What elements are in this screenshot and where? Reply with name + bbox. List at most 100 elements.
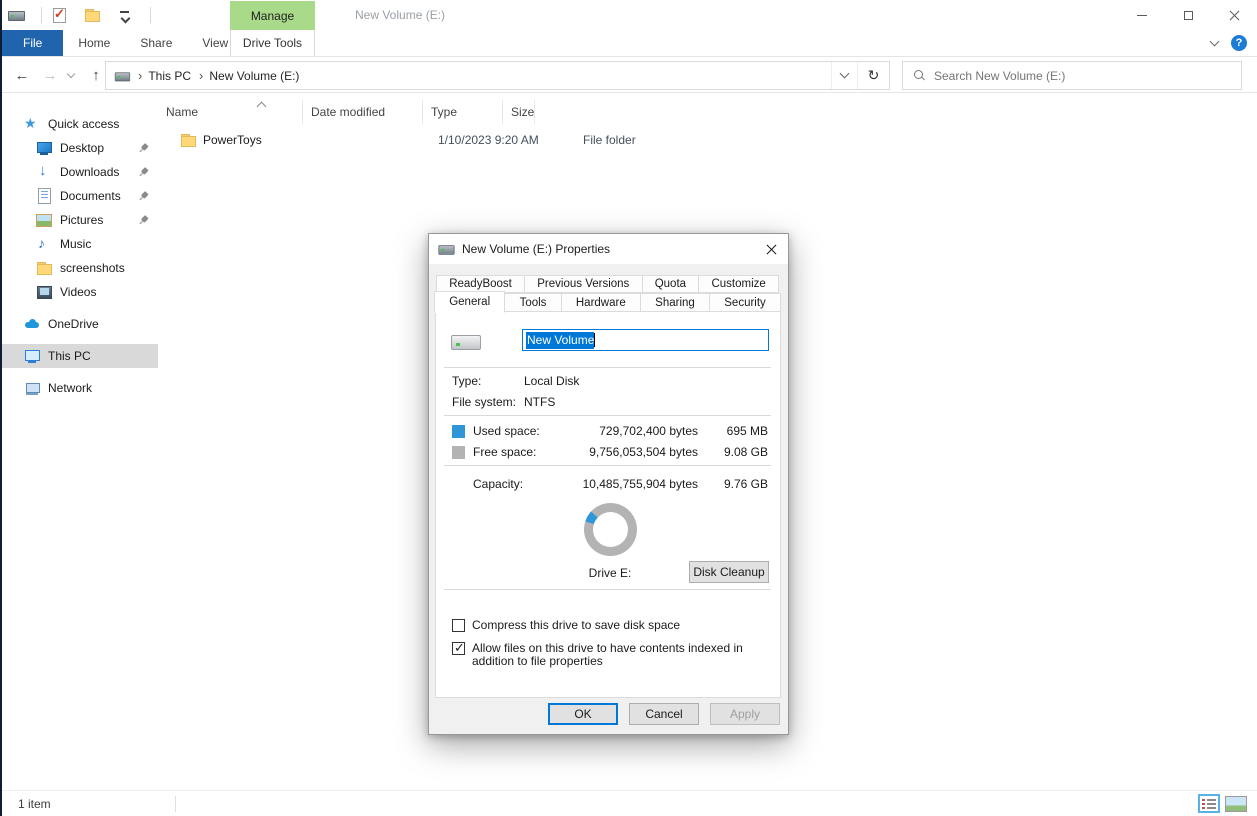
large-icons-view-button[interactable] [1225,796,1247,812]
close-button[interactable] [1211,0,1257,30]
window-controls [1119,0,1257,30]
divider [444,415,771,416]
item-count: 1 item [18,797,51,811]
drive-icon [8,7,24,23]
quick-access-toolbar [8,4,151,26]
properties-icon[interactable] [51,7,67,23]
navigation-row: ← → ↑ › This PC › New Volume (E:) ↻ Sear… [0,57,1257,93]
sidebar-item[interactable]: Network [0,376,158,400]
refresh-button[interactable]: ↻ [857,62,889,89]
column-header[interactable]: Type [423,100,503,124]
customize-qat-icon[interactable] [117,7,133,23]
sidebar-item-icon [24,380,40,396]
ribbon-collapse-icon[interactable] [1210,36,1220,46]
sidebar-item[interactable]: Pictures [0,208,158,232]
address-bar[interactable]: › This PC › New Volume (E:) ↻ [105,61,890,90]
ribbon-tab[interactable]: File [2,30,63,56]
properties-dialog: New Volume (E:) Properties ReadyBoostPre… [428,233,789,735]
checkbox[interactable] [452,642,465,655]
maximize-icon [1184,11,1193,20]
breadcrumb-item[interactable]: New Volume (E:) [209,69,299,83]
sidebar-item-label: OneDrive [48,317,99,331]
dialog-titlebar: New Volume (E:) Properties [429,234,788,264]
checkbox[interactable] [452,619,465,632]
qat-separator [150,7,151,23]
column-header-label: Type [431,105,457,119]
dialog-tab[interactable]: Previous Versions [524,275,642,293]
dialog-tab[interactable]: General [434,291,505,313]
space-bytes: 9,756,053,504 bytes [558,445,698,459]
address-dropdown-button[interactable] [831,62,857,89]
checkbox-row[interactable]: Compress this drive to save disk space [452,619,770,632]
sidebar-item-label: Videos [60,285,96,299]
drive-icon [115,68,129,82]
dialog-tab[interactable]: Customize [698,275,779,293]
maximize-button[interactable] [1165,0,1211,30]
sidebar-item[interactable]: screenshots [0,256,158,280]
ribbon-tab[interactable]: Home [63,30,125,56]
ribbon-tabs: File Home Share View [2,30,243,56]
drive-letter-label: Drive E: [565,566,655,580]
drive-icon [451,332,481,352]
dialog-tab[interactable]: Sharing [640,293,710,312]
checkbox-row[interactable]: Allow files on this drive to have conten… [452,642,770,668]
sidebar-item-icon [36,236,52,252]
window-title: New Volume (E:) [355,0,445,30]
sidebar-item-icon [24,116,40,132]
folder-icon [180,132,196,148]
space-label: Used space: [473,424,558,438]
recent-locations-button[interactable] [63,57,79,93]
sidebar-item-icon [36,188,52,204]
column-header[interactable]: Size [503,100,535,124]
disk-cleanup-button[interactable]: Disk Cleanup [689,561,769,583]
column-header[interactable]: Date modified [303,100,423,124]
back-button[interactable]: ← [10,57,34,93]
new-folder-icon[interactable] [84,7,100,23]
search-input[interactable]: Search New Volume (E:) [902,61,1242,90]
dialog-tab[interactable]: Hardware [561,293,641,312]
file-date-modified: 1/10/2023 9:20 AM [430,133,575,147]
sidebar-item[interactable]: Desktop [0,136,158,160]
sidebar-item[interactable]: Documents [0,184,158,208]
help-icon[interactable]: ? [1231,35,1247,51]
general-tab-page: New Volume Type: Local Disk File system:… [435,311,781,698]
breadcrumb: › This PC › New Volume (E:) [106,62,831,89]
space-size: 9.08 GB [698,445,768,459]
chevron-down-icon [840,69,850,79]
column-header-label: Date modified [311,105,385,119]
dialog-tab[interactable]: Quota [642,275,700,293]
sidebar-item[interactable]: This PC [0,344,158,368]
ribbon-tab[interactable]: Share [125,30,187,56]
details-view-button[interactable] [1198,794,1220,813]
ribbon-contextual-group-manage[interactable]: Manage [230,1,315,30]
sidebar-item-label: Desktop [60,141,104,155]
qat-separator [41,7,42,23]
dialog-button[interactable]: Apply [710,703,780,725]
ribbon-tab-drive-tools[interactable]: Drive Tools [230,30,315,56]
sidebar-item-icon [36,284,52,300]
space-label: Free space: [473,445,558,459]
checkbox-label: Allow files on this drive to have conten… [472,642,770,668]
sidebar-item-label: screenshots [60,261,125,275]
forward-button[interactable]: → [38,57,62,93]
dialog-close-button[interactable] [754,234,788,264]
sidebar-item[interactable]: Downloads [0,160,158,184]
field-value: Local Disk [524,374,579,388]
sidebar-item[interactable]: OneDrive [0,312,158,336]
minimize-button[interactable] [1119,0,1165,30]
dialog-tab[interactable]: Security [709,293,781,312]
dialog-button[interactable]: OK [548,703,618,725]
field-label: File system: [452,395,524,409]
column-header[interactable]: Name [158,100,303,124]
sidebar-item[interactable]: Music [0,232,158,256]
pin-icon [136,141,150,155]
sidebar-item-label: Downloads [60,165,119,179]
dialog-tab[interactable]: Tools [504,293,561,312]
sidebar-item[interactable]: Quick access [0,112,158,136]
dialog-button[interactable]: Cancel [629,703,699,725]
capacity-donut [584,503,637,556]
sidebar-item[interactable]: Videos [0,280,158,304]
volume-label-input[interactable]: New Volume [522,329,769,351]
breadcrumb-item[interactable]: This PC [148,69,191,83]
table-row[interactable]: PowerToys 1/10/2023 9:20 AM File folder [158,128,1255,152]
